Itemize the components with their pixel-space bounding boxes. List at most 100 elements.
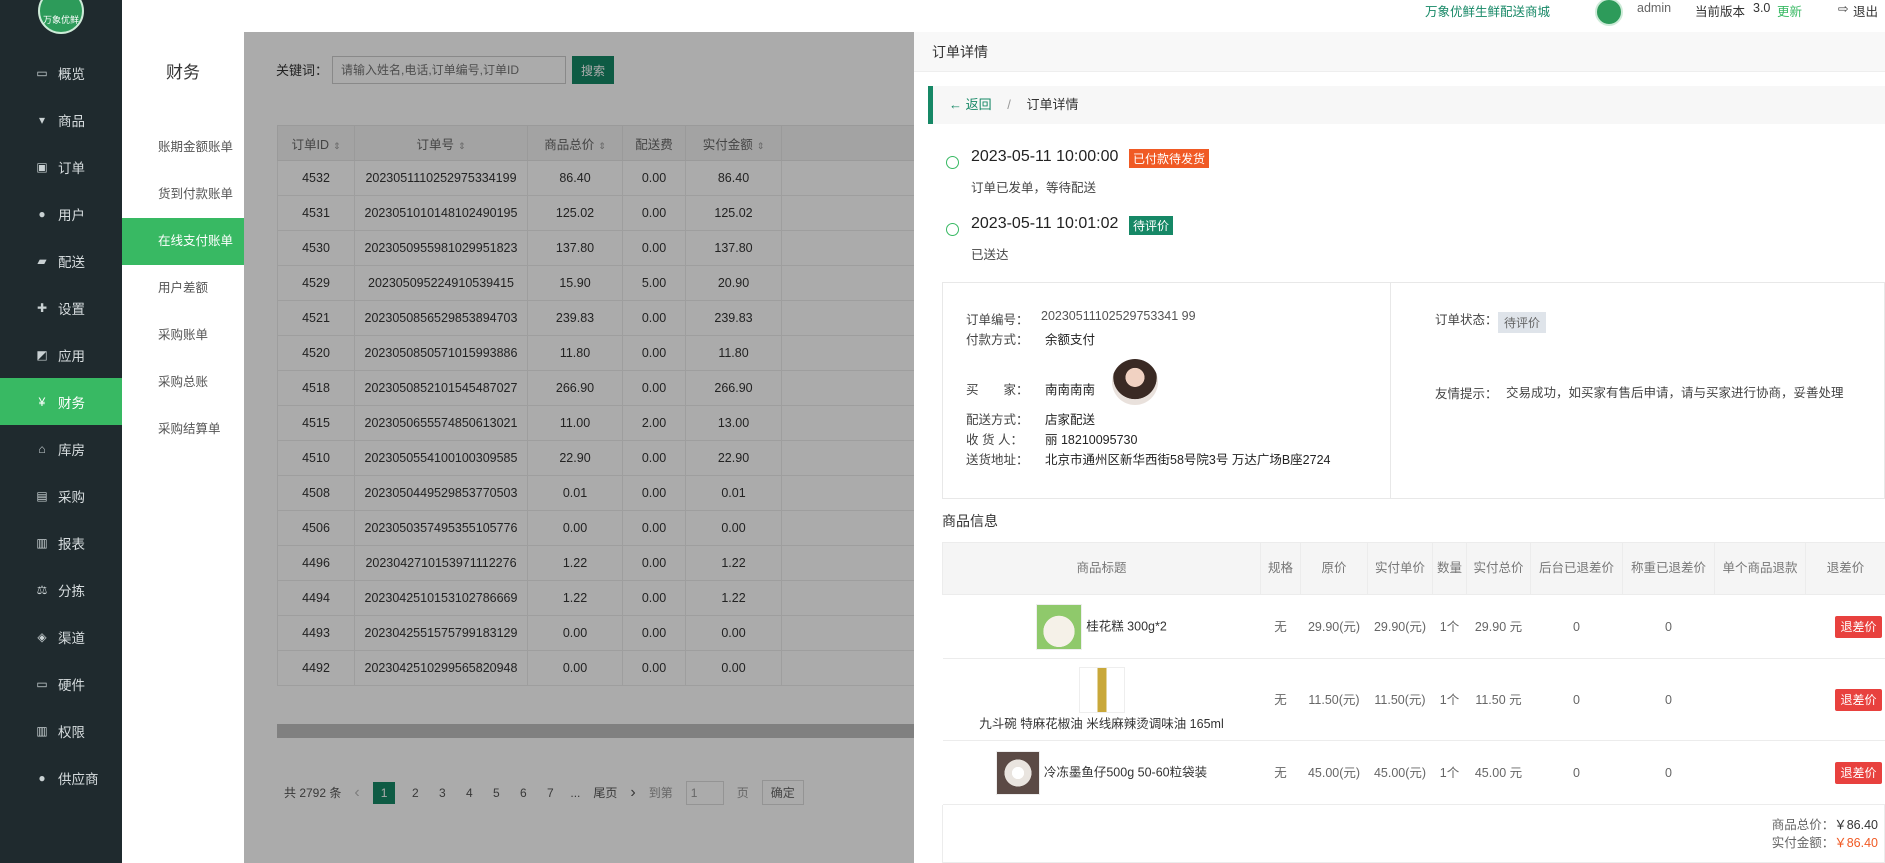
product-image[interactable]: [995, 750, 1040, 795]
sidebar-item-label: 概览: [58, 66, 85, 82]
goods-total-label: 商品总价：: [1771, 818, 1835, 832]
sidebar-item-7[interactable]: ¥ 财务: [0, 378, 122, 425]
goods-cell-wg: 0: [1622, 658, 1715, 741]
sidebar-item-14[interactable]: ▥ 权限: [0, 707, 122, 754]
subnav-item-3[interactable]: 用户差额: [122, 265, 244, 312]
truck-icon: ▰: [37, 253, 47, 268]
goods-cell-wg: 0: [1622, 594, 1715, 659]
logout-link[interactable]: 退出: [1853, 1, 1878, 20]
username[interactable]: admin: [1637, 1, 1671, 15]
sidebar-item-0[interactable]: ▭ 概览: [0, 49, 122, 96]
goods-cell-bg: 0: [1530, 658, 1623, 741]
goods-cell-qty: 1个: [1432, 658, 1467, 741]
sidebar-item-10[interactable]: ▥ 报表: [0, 519, 122, 566]
sidebar-item-11[interactable]: ⚖ 分拣: [0, 566, 122, 613]
modal-backdrop[interactable]: [244, 32, 914, 863]
goods-title-cell: 桂花糕 300g*2: [942, 594, 1261, 659]
main-sidebar: 万象优鲜 ▭ 概览 ▾ 商品 ▣ 订单 ● 用户 ▰ 配送 ✚ 设置 ◩ 应用 ¥ 财务 ⌂ 库房 ▤ 采购 ▥ 报表 ⚖ 分…: [0, 0, 122, 863]
timeline-dot: [946, 156, 959, 169]
timeline-note: 已送达: [971, 248, 1009, 262]
money-icon: ▣: [36, 159, 48, 174]
order-no-value: 20230511102529753341 99: [1041, 309, 1196, 323]
logout-icon[interactable]: ⇨: [1838, 1, 1848, 16]
goods-col-6: 后台已退差价: [1530, 542, 1623, 595]
sidebar-item-label: 报表: [58, 536, 85, 552]
subnav-item-0[interactable]: 账期金额账单: [122, 124, 244, 171]
goods-col-3: 实付单价: [1367, 542, 1433, 595]
delivery-label: 配送方式：: [966, 413, 1029, 427]
goods-cell-price: 45.00(元): [1300, 740, 1368, 805]
goods-cell-unit: 29.90(元): [1367, 594, 1433, 659]
goods-cell-unit: 11.50(元): [1367, 658, 1433, 741]
sidebar-item-6[interactable]: ◩ 应用: [0, 331, 122, 378]
sidebar-item-label: 商品: [58, 113, 85, 129]
supplier-icon: ●: [38, 770, 46, 785]
version-number: 3.0: [1753, 1, 1771, 15]
refund-diff-button[interactable]: 退差价: [1835, 615, 1882, 638]
brand-link[interactable]: 万象优鲜生鲜配送商城: [1425, 1, 1550, 20]
subnav-item-6[interactable]: 采购结算单: [122, 406, 244, 453]
buyer-value: 南南南南: [1045, 383, 1096, 397]
logo-text: 万象优鲜: [42, 15, 79, 25]
goods-title-cell: 冷冻墨鱼仔500g 50-60粒袋装: [942, 740, 1261, 805]
sidebar-item-label: 订单: [58, 160, 85, 176]
goods-total-line: 商品总价：￥86.40: [1772, 814, 1878, 833]
order-totals: 商品总价：￥86.40 实付金额：￥86.40: [942, 805, 1885, 863]
receiver-label: 收 货 人：: [966, 433, 1023, 447]
buyer-label: 买 家：: [966, 383, 1029, 397]
goods-col-9: 退差价: [1805, 542, 1885, 595]
goods-cell-spec: 无: [1260, 594, 1301, 659]
bank-icon: ▥: [36, 723, 48, 738]
sidebar-item-12[interactable]: ◈ 渠道: [0, 613, 122, 660]
tip-label: 友情提示：: [1435, 387, 1498, 401]
back-link[interactable]: ← 返回: [949, 97, 992, 112]
goods-col-2: 原价: [1300, 542, 1368, 595]
sidebar-item-5[interactable]: ✚ 设置: [0, 284, 122, 331]
goods-cell-single: [1714, 658, 1806, 741]
goods-cell-total: 11.50 元: [1466, 658, 1531, 741]
sidebar-item-15[interactable]: ● 供应商: [0, 754, 122, 801]
timeline-note: 订单已发单，等待配送: [971, 181, 1097, 195]
subnav-item-1[interactable]: 货到付款账单: [122, 171, 244, 218]
subnav-item-5[interactable]: 采购总账: [122, 359, 244, 406]
balance-icon: ⚖: [36, 582, 48, 597]
goods-cell-qty: 1个: [1432, 594, 1467, 659]
update-link[interactable]: 更新: [1777, 1, 1802, 20]
chart-icon: ▥: [36, 535, 48, 550]
product-image[interactable]: [1078, 666, 1125, 713]
back-label: 返回: [965, 97, 992, 112]
subnav-item-4[interactable]: 采购账单: [122, 312, 244, 359]
goods-section-title: 商品信息: [942, 513, 998, 529]
refund-diff-button[interactable]: 退差价: [1835, 761, 1882, 784]
sidebar-item-label: 设置: [58, 301, 85, 317]
subnav-item-2[interactable]: 在线支付账单: [122, 218, 244, 265]
refund-diff-button[interactable]: 退差价: [1835, 688, 1882, 711]
sidebar-item-1[interactable]: ▾ 商品: [0, 96, 122, 143]
users-icon: ●: [38, 206, 46, 221]
yen-icon: ¥: [38, 394, 46, 409]
sidebar-item-8[interactable]: ⌂ 库房: [0, 425, 122, 472]
goods-cell-single: [1714, 594, 1806, 659]
brand-logo[interactable]: 万象优鲜: [38, 0, 84, 34]
sidebar-item-label: 配送: [58, 254, 85, 270]
goods-cell-spec: 无: [1260, 658, 1301, 741]
sidebar-item-4[interactable]: ▰ 配送: [0, 237, 122, 284]
timeline-time: 2023-05-11 10:01:02: [971, 215, 1119, 232]
version-label: 当前版本: [1695, 5, 1746, 19]
goods-cell-bg: 0: [1530, 740, 1623, 805]
sidebar-item-9[interactable]: ▤ 采购: [0, 472, 122, 519]
arrow-left-icon: ←: [949, 97, 966, 112]
cart-icon: ▾: [38, 112, 46, 127]
sidebar-item-label: 硬件: [58, 677, 85, 693]
sidebar-item-3[interactable]: ● 用户: [0, 190, 122, 237]
product-title: 九斗碗 特麻花椒油 米线麻辣烫调味油 165ml: [979, 716, 1224, 731]
top-right-bar: 万象优鲜生鲜配送商城 admin 当前版本 3.0 更新 ⇨ 退出: [1425, 0, 1885, 26]
sidebar-item-label: 用户: [58, 207, 85, 223]
monitor-icon: ▭: [36, 65, 48, 80]
sidebar-item-2[interactable]: ▣ 订单: [0, 143, 122, 190]
timeline-dot: [946, 223, 959, 236]
goods-col-8: 单个商品退款: [1714, 542, 1806, 595]
product-image[interactable]: [1036, 603, 1083, 650]
sidebar-item-13[interactable]: ▭ 硬件: [0, 660, 122, 707]
sidebar-item-label: 应用: [58, 348, 85, 364]
